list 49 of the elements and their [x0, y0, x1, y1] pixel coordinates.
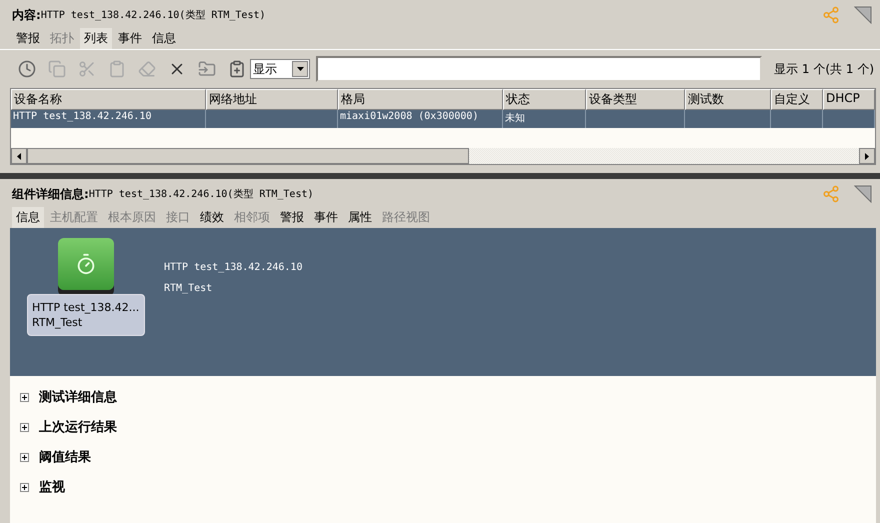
- column-header[interactable]: 网络地址: [206, 89, 338, 110]
- column-header[interactable]: DHCP: [823, 89, 875, 110]
- clipboard-plus-icon[interactable]: [228, 60, 246, 78]
- column-header[interactable]: 设备类型: [586, 89, 685, 110]
- search-field[interactable]: [316, 56, 762, 82]
- folder-icon[interactable]: [198, 60, 216, 78]
- section-title[interactable]: 阈值结果: [39, 448, 91, 466]
- tab[interactable]: 事件: [114, 28, 146, 49]
- scrollbar-thumb[interactable]: [27, 148, 469, 164]
- triangle-icon[interactable]: [854, 6, 872, 24]
- filter-dropdown[interactable]: 显示: [250, 59, 310, 79]
- device-type: RTM_Test: [164, 283, 214, 294]
- tab[interactable]: 警报: [12, 28, 44, 49]
- expand-toggle[interactable]: [20, 422, 29, 432]
- column-header[interactable]: 设备名称: [11, 89, 206, 110]
- caret-icon: [296, 67, 304, 71]
- item-count: 显示 1 个(共 1 个): [774, 60, 874, 78]
- left-arrow-icon: [17, 152, 21, 160]
- panel-title-value: HTTP test_138.42.246.10(类型 RTM_Test): [88, 188, 314, 201]
- clock-icon[interactable]: [18, 60, 36, 78]
- panel-title-value: HTTP test_138.42.246.10(类型 RTM_Test): [40, 8, 266, 22]
- panel-title-label: 组件详细信息:: [12, 186, 89, 202]
- tab[interactable]: 事件: [310, 207, 342, 228]
- tab[interactable]: 属性: [344, 207, 376, 228]
- device-cube-icon[interactable]: [58, 238, 114, 290]
- tab[interactable]: 绩效: [196, 207, 228, 228]
- device-caption[interactable]: HTTP test_138.42... RTM_Test: [27, 294, 145, 336]
- device-name: HTTP test_138.42.246.10: [164, 262, 302, 273]
- expand-toggle[interactable]: [20, 452, 29, 462]
- column-header[interactable]: 格局: [338, 89, 503, 110]
- right-arrow-icon: [865, 152, 869, 160]
- clipboard-icon[interactable]: [108, 60, 126, 78]
- column-header[interactable]: 自定义: [771, 89, 823, 110]
- section-title[interactable]: 测试详细信息: [39, 388, 117, 406]
- table-row[interactable]: HTTP test_138.42.246.10 miaxi01w2008 (0x300000) 未知: [11, 110, 875, 128]
- tab[interactable]: 信息: [12, 207, 44, 228]
- tab[interactable]: 信息: [148, 28, 180, 49]
- column-header[interactable]: 状态: [503, 89, 586, 110]
- section-title[interactable]: 监视: [39, 478, 65, 496]
- scroll-left-button[interactable]: [11, 148, 27, 164]
- expand-toggle[interactable]: [20, 392, 29, 402]
- panel-title-label: 内容:: [12, 6, 41, 24]
- tab[interactable]: 警报: [276, 207, 308, 228]
- tab[interactable]: 列表: [80, 28, 112, 49]
- triangle-icon[interactable]: [854, 185, 872, 203]
- expand-toggle[interactable]: [20, 482, 29, 492]
- section-title[interactable]: 上次运行结果: [39, 418, 117, 436]
- column-header[interactable]: 测试数: [685, 89, 771, 110]
- scroll-right-button[interactable]: [859, 148, 875, 164]
